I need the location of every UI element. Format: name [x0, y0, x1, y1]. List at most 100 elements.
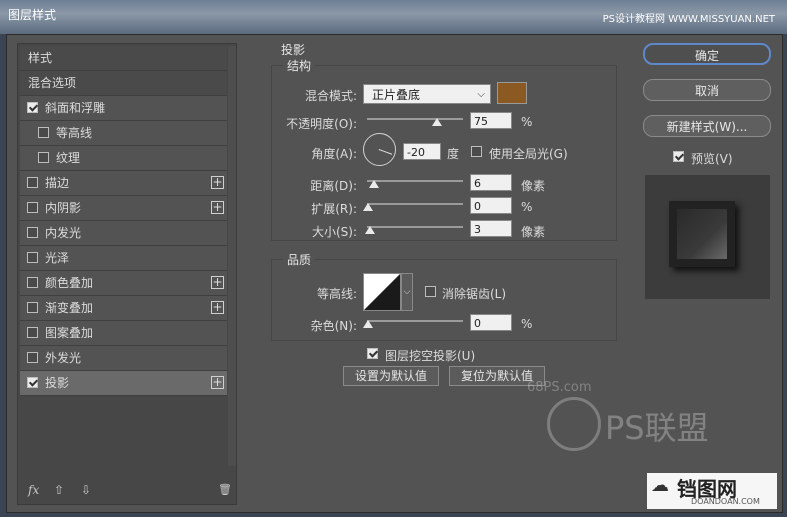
style-item-label: 颜色叠加 [45, 276, 94, 290]
styles-list: 样式 混合选项 斜面和浮雕 等高线 纹理 描边 + 内阴影 + 内发光 光泽 颜色叠加 + 渐变叠加 + 图案… [20, 46, 227, 396]
style-item[interactable]: 描边 + [20, 171, 227, 196]
style-item[interactable]: 外发光 [20, 346, 227, 371]
make-default-button[interactable]: 设置为默认值 [343, 366, 439, 386]
style-item-checkbox[interactable] [27, 302, 38, 313]
opacity-slider-knob[interactable] [432, 118, 442, 126]
blend-mode-select[interactable]: 正片叠底 ⌵ [363, 84, 491, 104]
style-item-checkbox[interactable] [38, 152, 49, 163]
style-item[interactable]: 样式 [20, 46, 227, 71]
size-slider-knob[interactable] [365, 226, 375, 234]
style-item[interactable]: 颜色叠加 + [20, 271, 227, 296]
contour-curve-icon [364, 274, 400, 310]
title-bar: 图层样式 PS设计教程网 WWW.MISSYUAN.NET [0, 0, 787, 34]
noise-slider-knob[interactable] [363, 320, 373, 328]
style-item[interactable]: 光泽 [20, 246, 227, 271]
size-label: 大小(S): [311, 225, 357, 239]
layer-style-dialog: 样式 混合选项 斜面和浮雕 等高线 纹理 描边 + 内阴影 + 内发光 光泽 颜色叠加 + 渐变叠加 + 图案… [6, 34, 783, 513]
style-item-label: 样式 [28, 51, 53, 65]
add-effect-icon[interactable]: + [211, 201, 224, 214]
blend-mode-value: 正片叠底 [372, 88, 421, 102]
style-item[interactable]: 斜面和浮雕 [20, 96, 227, 121]
new-style-button[interactable]: 新建样式(W)... [643, 115, 771, 137]
contour-label: 等高线: [316, 287, 357, 301]
styles-list-panel: 样式 混合选项 斜面和浮雕 等高线 纹理 描边 + 内阴影 + 内发光 光泽 颜色叠加 + 渐变叠加 + 图案… [17, 43, 237, 505]
chevron-down-icon: ⌵ [477, 89, 485, 100]
style-item[interactable]: 投影 + [20, 371, 227, 396]
style-item-checkbox[interactable] [27, 202, 38, 213]
angle-dial[interactable] [363, 133, 396, 166]
knockout-label: 图层挖空投影(U) [385, 349, 476, 363]
window-title: 图层样式 [8, 8, 57, 22]
site-logo-badge: ☁ 铛图网 DOANDOAN.COM [647, 473, 777, 509]
style-item-label: 光泽 [45, 251, 70, 265]
global-light-label: 使用全局光(G) [489, 147, 568, 161]
style-item-checkbox[interactable] [27, 177, 38, 188]
move-down-icon[interactable]: ⇩ [81, 483, 91, 497]
cancel-button[interactable]: 取消 [643, 79, 771, 101]
antialias-label: 消除锯齿(L) [442, 287, 507, 301]
style-item[interactable]: 渐变叠加 + [20, 296, 227, 321]
blend-mode-label: 混合模式: [304, 89, 357, 103]
noise-input[interactable]: 0 [470, 314, 512, 331]
contour-dropdown-arrow[interactable]: ⌵ [401, 273, 413, 311]
style-item[interactable]: 混合选项 [20, 71, 227, 96]
distance-input[interactable]: 6 [470, 174, 512, 191]
style-item-checkbox[interactable] [27, 252, 38, 263]
spread-slider-knob[interactable] [363, 203, 373, 211]
move-up-icon[interactable]: ⇧ [54, 483, 64, 497]
opacity-slider[interactable] [367, 118, 463, 120]
style-item-checkbox[interactable] [27, 102, 38, 113]
spread-slider[interactable] [367, 203, 463, 205]
style-item-checkbox[interactable] [27, 352, 38, 363]
knockout-checkbox[interactable] [367, 348, 378, 359]
site-logo-icon: ☁ [651, 475, 669, 496]
style-item[interactable]: 纹理 [20, 146, 227, 171]
style-item-label: 外发光 [45, 351, 82, 365]
style-item-checkbox[interactable] [38, 127, 49, 138]
noise-label: 杂色(N): [310, 319, 357, 333]
add-effect-icon[interactable]: + [211, 276, 224, 289]
opacity-label: 不透明度(O): [286, 117, 357, 131]
opacity-input[interactable]: 75 [470, 112, 512, 129]
size-input[interactable]: 3 [470, 220, 512, 237]
spread-input[interactable]: 0 [470, 197, 512, 214]
style-item-checkbox[interactable] [27, 327, 38, 338]
ok-button[interactable]: 确定 [643, 43, 771, 65]
shadow-color-swatch[interactable] [497, 82, 527, 104]
add-effect-icon[interactable]: + [211, 301, 224, 314]
angle-label: 角度(A): [311, 147, 357, 161]
watermark-text: PS设计教程网 WWW.MISSYUAN.NET [602, 14, 775, 25]
contour-picker[interactable] [363, 273, 401, 311]
section-title: 投影 [281, 43, 306, 57]
antialias-checkbox[interactable] [425, 286, 436, 297]
ps-logo-circle-icon [547, 397, 601, 451]
site-logo-url: DOANDOAN.COM [691, 497, 760, 506]
angle-input[interactable]: -20 [403, 143, 441, 160]
style-item-checkbox[interactable] [27, 277, 38, 288]
add-effect-icon[interactable]: + [211, 376, 224, 389]
preview-checkbox[interactable] [673, 151, 684, 162]
style-item-checkbox[interactable] [27, 377, 38, 388]
distance-slider-knob[interactable] [369, 180, 379, 188]
trash-icon[interactable]: 🗑 [218, 483, 232, 496]
style-item-checkbox[interactable] [27, 227, 38, 238]
styles-scrollbar[interactable] [228, 46, 236, 466]
spread-unit: % [521, 200, 533, 214]
global-light-checkbox[interactable] [471, 146, 482, 157]
distance-unit: 像素 [521, 179, 546, 193]
style-item[interactable]: 内阴影 + [20, 196, 227, 221]
size-slider[interactable] [367, 226, 463, 228]
structure-title: 结构 [283, 57, 316, 74]
style-item[interactable]: 等高线 [20, 121, 227, 146]
noise-slider[interactable] [367, 320, 463, 322]
style-item[interactable]: 图案叠加 [20, 321, 227, 346]
style-item-label: 投影 [45, 376, 70, 390]
fx-icon[interactable]: fx [28, 483, 39, 497]
spread-label: 扩展(R): [311, 202, 357, 216]
style-item-label: 混合选项 [28, 76, 77, 90]
distance-slider[interactable] [367, 180, 463, 182]
add-effect-icon[interactable]: + [211, 176, 224, 189]
style-item-label: 描边 [45, 176, 70, 190]
ps-site-watermark: 68PS.com [527, 380, 592, 395]
style-item[interactable]: 内发光 [20, 221, 227, 246]
